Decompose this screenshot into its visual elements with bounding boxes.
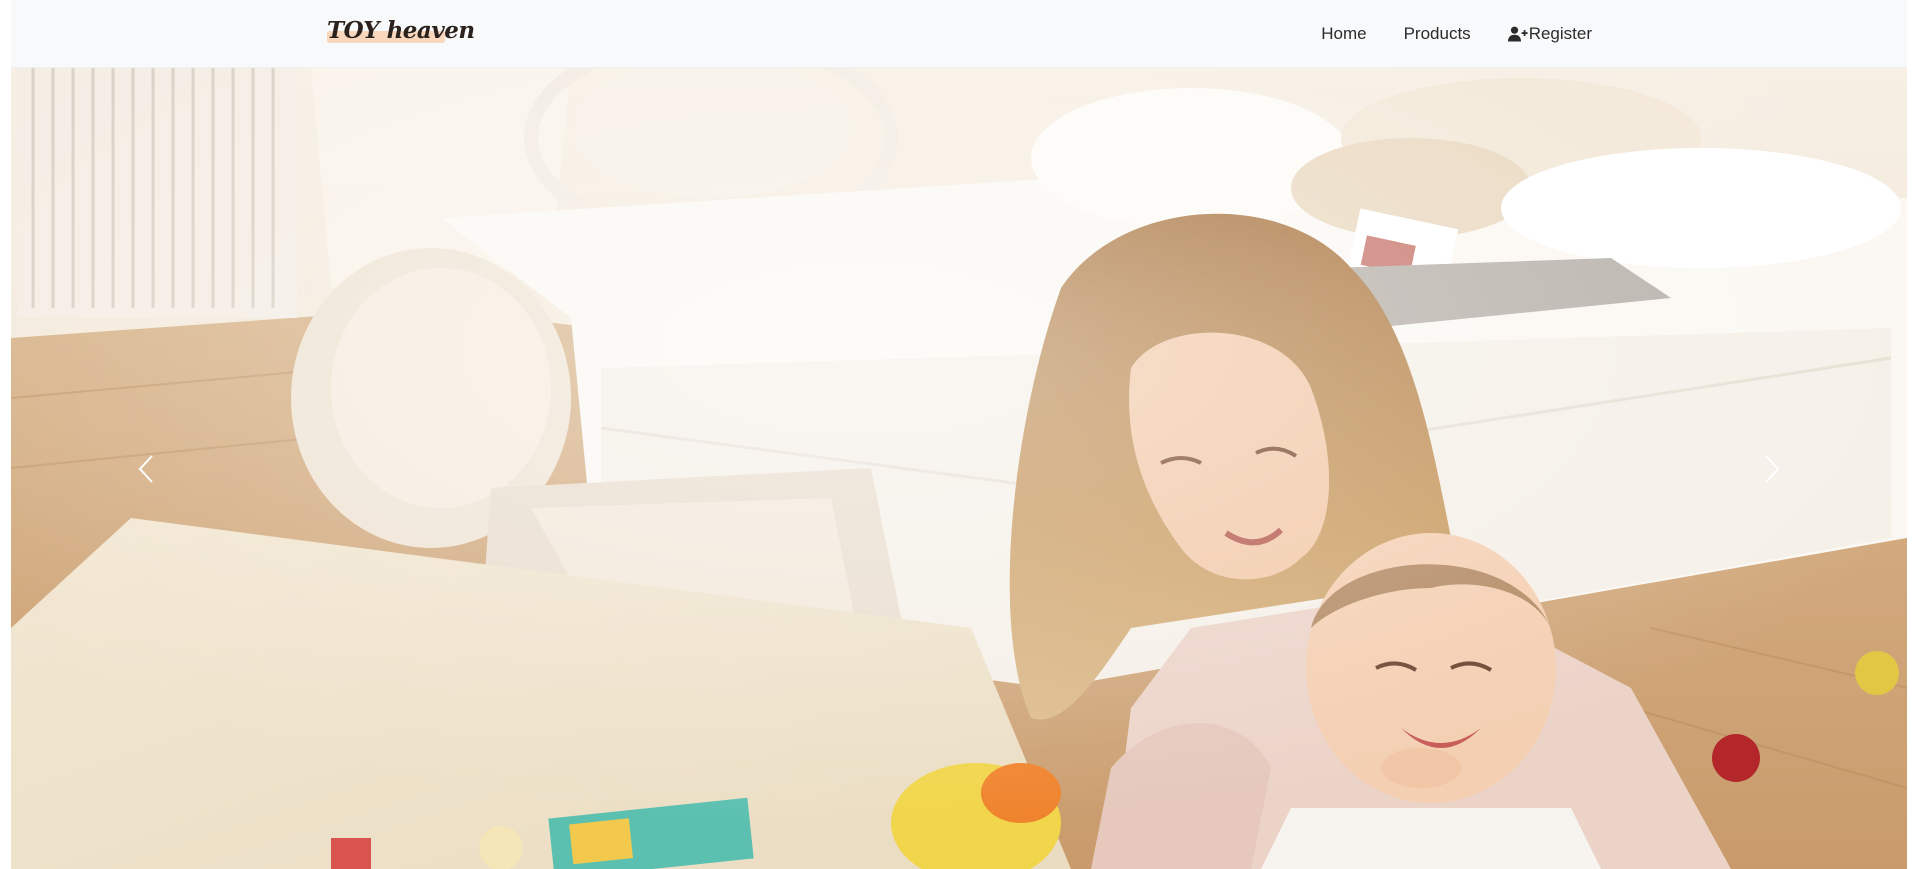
nav-home-label: Home: [1321, 24, 1367, 43]
chevron-right-icon: [1764, 454, 1780, 484]
hero-slide-image: [11, 68, 1907, 869]
nav-products-label: Products: [1403, 24, 1471, 43]
user-plus-icon: [1507, 26, 1528, 42]
navbar: TOY heaven Home Products Register: [11, 0, 1907, 68]
carousel-prev-button[interactable]: [11, 68, 281, 869]
hero-carousel: [11, 68, 1907, 869]
main-nav: Home Products Register: [1321, 0, 1592, 68]
page: TOY heaven Home Products Register: [11, 0, 1907, 869]
brand-logo[interactable]: TOY heaven: [327, 14, 475, 46]
nav-register-label: Register: [1528, 24, 1592, 43]
nav-home-link[interactable]: Home: [1321, 24, 1366, 44]
carousel-next-button[interactable]: [1637, 68, 1907, 869]
nav-products-link[interactable]: Products: [1404, 24, 1471, 44]
nav-register-link[interactable]: Register: [1507, 24, 1592, 44]
chevron-left-icon: [138, 454, 154, 484]
brand-name: TOY heaven: [327, 16, 475, 44]
